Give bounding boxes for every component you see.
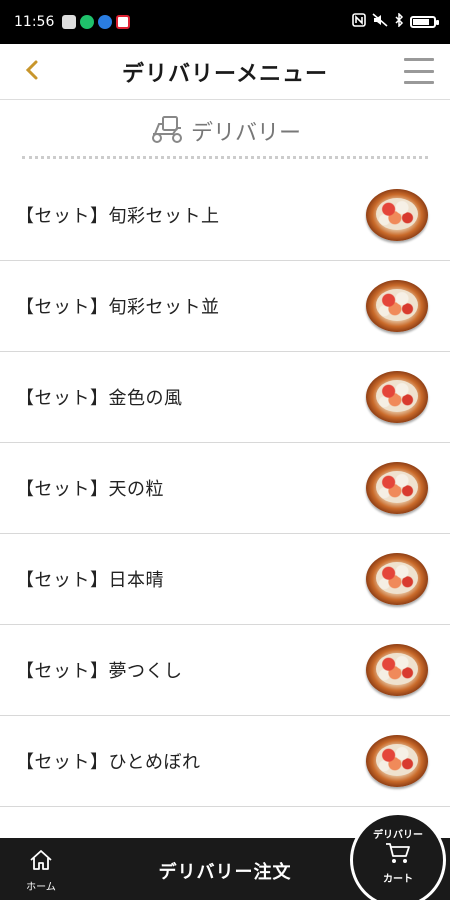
cart-top-label: デリバリー <box>373 829 423 841</box>
menu-list: 【セット】旬彩セット上 【セット】旬彩セット並 【セット】金色の風 【セット】天… <box>0 170 450 898</box>
sushi-set-image <box>366 644 428 696</box>
menu-item[interactable]: 【セット】ひとめぼれ <box>0 716 450 807</box>
menu-item[interactable]: 【セット】夢つくし <box>0 625 450 716</box>
status-time: 11:56 <box>14 14 55 30</box>
battery-level <box>413 19 429 25</box>
page-title: デリバリーメニュー <box>121 61 329 87</box>
sushi-set-image <box>366 735 428 787</box>
app-header: デリバリーメニュー <box>0 44 450 100</box>
messenger-icon <box>98 15 113 29</box>
sushi-set-image <box>366 371 428 423</box>
hamburger-menu-icon-bar <box>404 58 434 61</box>
menu-item-name: 【セット】夢つくし <box>16 661 183 682</box>
status-icons <box>352 12 439 31</box>
shopping-cart-icon <box>384 841 412 869</box>
sushi-set-image <box>366 462 428 514</box>
sushi-set-image <box>366 553 428 605</box>
menu-item[interactable]: 【セット】天の粒 <box>0 443 450 534</box>
section-heading: デリバリー <box>0 100 450 162</box>
sushi-set-image <box>366 189 428 241</box>
chevron-left-icon <box>24 59 40 85</box>
nfc-icon <box>352 13 366 31</box>
menu-item[interactable]: 【セット】旬彩セット並 <box>0 261 450 352</box>
menu-item[interactable]: 【セット】日本晴 <box>0 534 450 625</box>
back-button[interactable] <box>18 58 46 86</box>
hamburger-menu-icon-bar <box>404 81 434 84</box>
sushi-set-image <box>366 280 428 332</box>
menu-item-name: 【セット】天の粒 <box>16 479 164 500</box>
chat-app-icon <box>80 15 95 29</box>
cart-bottom-label: カート <box>383 873 413 885</box>
menu-item-name: 【セット】金色の風 <box>16 388 183 409</box>
menu-item-name: 【セット】ひとめぼれ <box>16 752 201 773</box>
hamburger-menu-button[interactable] <box>404 58 434 84</box>
delivery-scooter-icon <box>149 114 185 148</box>
menu-item-name: 【セット】日本晴 <box>16 570 164 591</box>
bluetooth-icon <box>394 12 404 31</box>
mail-icon <box>116 15 131 29</box>
menu-item[interactable]: 【セット】旬彩セット上 <box>0 170 450 261</box>
status-bar: 11:56 <box>0 0 450 44</box>
menu-item-name: 【セット】旬彩セット並 <box>16 297 220 318</box>
notification-icon <box>62 15 77 29</box>
menu-item-name: 【セット】旬彩セット上 <box>16 206 220 227</box>
section-title: デリバリー <box>190 121 301 146</box>
mute-icon <box>372 13 388 31</box>
menu-item[interactable]: 【セット】金色の風 <box>0 352 450 443</box>
hamburger-menu-icon-bar <box>404 69 434 73</box>
battery-icon <box>410 16 439 28</box>
cart-button[interactable]: デリバリー カート <box>350 812 446 900</box>
section-divider <box>22 156 428 159</box>
bottom-bar: ホーム デリバリー注文 デリバリー カート <box>0 812 450 900</box>
